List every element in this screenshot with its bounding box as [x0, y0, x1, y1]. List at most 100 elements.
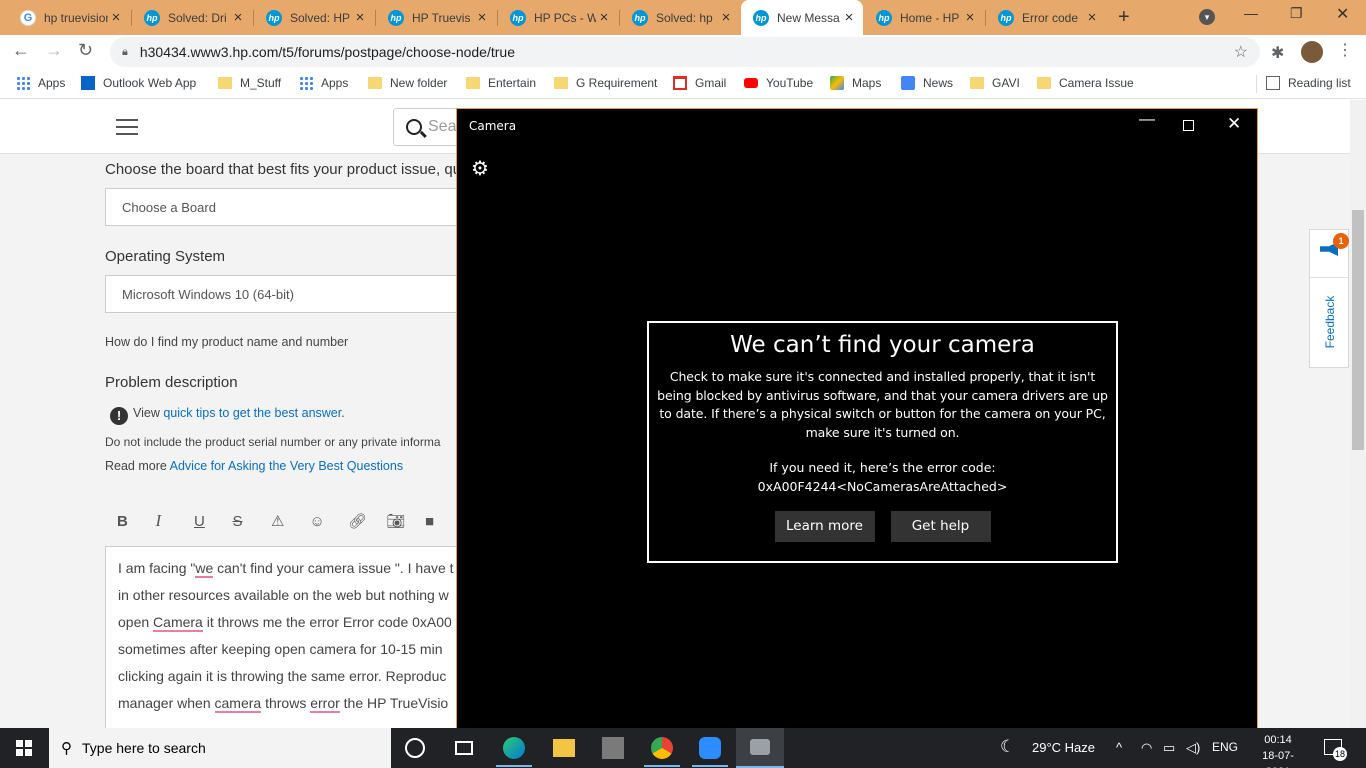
show-hidden-icons-icon[interactable]: ^ — [1116, 740, 1122, 755]
problem-description-editor[interactable]: I am facing "we can't find your camera i… — [105, 546, 465, 728]
taskbar-search-input[interactable]: ⚲ Type here to search — [49, 728, 391, 768]
close-tab-icon[interactable]: × — [1084, 9, 1100, 26]
browser-tab[interactable]: G hp truevision × — [8, 4, 130, 31]
bookmark-item[interactable]: Maps — [830, 76, 881, 90]
scrollbar-thumb[interactable] — [1352, 210, 1364, 450]
browser-tab[interactable]: hp Solved: hp × — [620, 4, 740, 31]
new-tab-icon[interactable]: + — [1118, 6, 1130, 29]
camera-taskbar-button[interactable] — [736, 728, 784, 768]
advice-link[interactable]: Advice for Asking the Very Best Question… — [170, 459, 403, 473]
close-tab-icon[interactable]: × — [962, 9, 978, 26]
bookmark-item[interactable]: Apps — [299, 76, 348, 90]
bookmark-item[interactable]: Camera Issue — [1037, 76, 1134, 90]
close-tab-icon[interactable]: × — [841, 9, 857, 26]
bookmark-star-icon[interactable]: ☆ — [1234, 42, 1248, 62]
italic-icon[interactable]: I — [144, 511, 183, 531]
bookmark-item[interactable]: M_Stuff — [218, 76, 281, 90]
hamburger-menu-icon[interactable] — [116, 119, 138, 135]
bookmark-item[interactable]: GAVI — [970, 76, 1020, 90]
search-icon — [406, 119, 422, 135]
zoom-icon[interactable] — [699, 737, 721, 759]
strikethrough-icon[interactable]: S — [221, 513, 260, 530]
hp-icon: hp — [753, 9, 769, 26]
close-icon[interactable]: ✕ — [1227, 114, 1241, 134]
reading-list-button[interactable]: Reading list — [1266, 76, 1351, 90]
close-window-icon[interactable]: ✕ — [1336, 4, 1349, 24]
bookmark-item[interactable]: Entertain — [466, 76, 536, 90]
quick-tips-link[interactable]: quick tips to get the best answer — [163, 406, 341, 420]
camera-icon[interactable]: 📷︎ — [375, 512, 414, 530]
folder-icon — [218, 77, 232, 89]
tab-search-icon[interactable]: ▾ — [1199, 9, 1215, 25]
product-name-link[interactable]: How do I find my product name and number — [105, 335, 348, 349]
bookmark-item[interactable]: Apps — [16, 76, 65, 90]
cortana-icon[interactable] — [405, 738, 425, 758]
close-tab-icon[interactable]: × — [474, 9, 490, 26]
feedback-tab[interactable]: 1 Feedback — [1309, 229, 1349, 368]
network-icon[interactable]: ◠ — [1141, 740, 1152, 756]
browser-tab[interactable]: hp HP Truevis × — [376, 4, 496, 31]
windows-start-icon[interactable] — [16, 740, 32, 756]
restore-icon[interactable]: ❐ — [1290, 5, 1303, 22]
board-select[interactable]: Choose a Board — [105, 188, 465, 226]
close-tab-icon[interactable]: × — [230, 9, 246, 26]
weather-text[interactable]: 29°C Haze — [1032, 740, 1095, 755]
address-bar[interactable]: 🔒︎ h30434.www3.hp.com/t5/forums/postpage… — [110, 37, 1260, 67]
editor-text: can't find your camera issue ". I have t — [213, 560, 454, 576]
bookmark-item[interactable]: G Requirement — [554, 76, 657, 90]
close-tab-icon[interactable]: × — [352, 9, 368, 26]
settings-gear-icon[interactable]: ⚙ — [471, 156, 489, 181]
minimize-icon[interactable]: — — [1244, 5, 1258, 21]
bookmark-label: Maps — [852, 76, 882, 90]
battery-icon[interactable]: ▭ — [1163, 740, 1175, 756]
bookmarks-divider — [1256, 75, 1257, 93]
reload-icon[interactable]: ↻ — [78, 40, 93, 61]
file-explorer-icon[interactable] — [553, 739, 575, 757]
close-tab-icon[interactable]: × — [718, 9, 734, 26]
tab-title: HP Truevis — [412, 10, 471, 25]
bookmark-item[interactable]: News — [901, 76, 953, 90]
browser-tab[interactable]: hp Solved: HP × — [254, 4, 374, 31]
browser-tab[interactable]: hp Solved: Dri × — [132, 4, 252, 31]
chrome-icon[interactable] — [651, 737, 673, 759]
emoji-icon[interactable]: ☺ — [298, 513, 337, 530]
video-icon[interactable]: ■ — [413, 513, 452, 530]
learn-more-button[interactable]: Learn more — [774, 511, 875, 542]
task-view-icon[interactable] — [455, 741, 473, 755]
bold-icon[interactable]: B — [105, 513, 144, 530]
minimize-icon[interactable]: — — [1139, 111, 1155, 129]
os-select[interactable]: Microsoft Windows 10 (64-bit) — [105, 275, 465, 313]
lock-icon[interactable]: 🔒︎ — [122, 46, 128, 59]
youtube-icon — [744, 78, 758, 88]
edge-icon[interactable] — [503, 737, 525, 759]
back-icon[interactable]: ← — [12, 40, 30, 61]
editor-text: in other resources available on the web … — [118, 587, 449, 603]
maximize-icon[interactable] — [1183, 120, 1194, 131]
weather-icon[interactable]: ☾ — [1000, 737, 1015, 757]
browser-tab-active[interactable]: hp New Messa × — [741, 0, 863, 35]
close-tab-icon[interactable]: × — [108, 9, 124, 26]
app-icon[interactable] — [602, 737, 624, 759]
clock[interactable]: 00:14 18-07-2021 — [1250, 732, 1306, 768]
spoiler-warning-icon[interactable]: ⚠ — [259, 512, 298, 530]
url-text[interactable]: h30434.www3.hp.com/t5/forums/postpage/ch… — [140, 44, 515, 60]
volume-icon[interactable]: ◁) — [1186, 740, 1200, 756]
close-tab-icon[interactable]: × — [596, 9, 612, 26]
language-indicator[interactable]: ENG — [1212, 740, 1238, 754]
browser-tab[interactable]: hp HP PCs - W × — [498, 4, 618, 31]
forward-icon[interactable]: → — [45, 40, 63, 61]
menu-icon[interactable]: ⋮ — [1337, 40, 1353, 60]
bookmark-item[interactable]: New folder — [368, 76, 447, 90]
link-icon[interactable]: 🔗︎ — [336, 512, 375, 530]
bookmark-item[interactable]: Outlook Web App — [81, 76, 196, 90]
tab-title: Error code — [1022, 10, 1079, 25]
bookmark-item[interactable]: YouTube — [744, 76, 813, 90]
bookmark-item[interactable]: Gmail — [673, 76, 726, 90]
error-dialog: We can’t find your camera Check to make … — [647, 321, 1118, 563]
underline-icon[interactable]: U — [182, 513, 221, 530]
extensions-icon[interactable]: ✱ — [1271, 43, 1284, 63]
browser-tab[interactable]: hp Home - HP × — [864, 4, 984, 31]
browser-tab[interactable]: hp Error code × — [986, 4, 1106, 31]
get-help-button[interactable]: Get help — [890, 511, 991, 542]
avatar[interactable] — [1301, 41, 1323, 63]
